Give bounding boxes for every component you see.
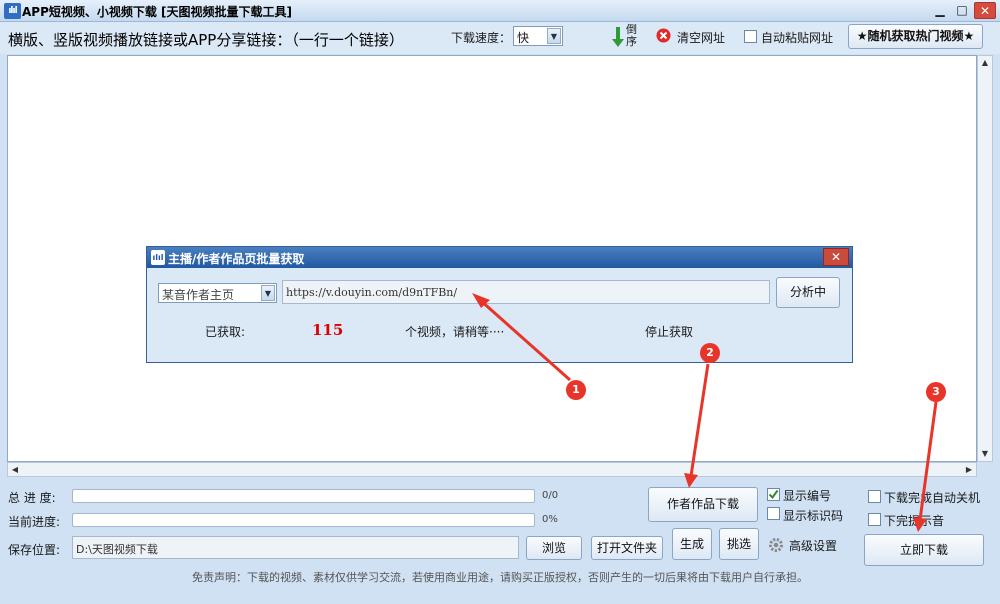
arrow-3-head	[913, 517, 927, 532]
arrow-1-line	[479, 298, 571, 382]
arrow-2-line	[689, 363, 710, 477]
arrow-3-line	[918, 401, 938, 521]
annotation-badge-3: 3	[926, 382, 946, 402]
annotation-badge-2: 2	[700, 343, 720, 363]
arrow-2-head	[684, 473, 698, 488]
annotation-badge-1: 1	[566, 380, 586, 400]
annotation-arrows	[472, 293, 938, 532]
